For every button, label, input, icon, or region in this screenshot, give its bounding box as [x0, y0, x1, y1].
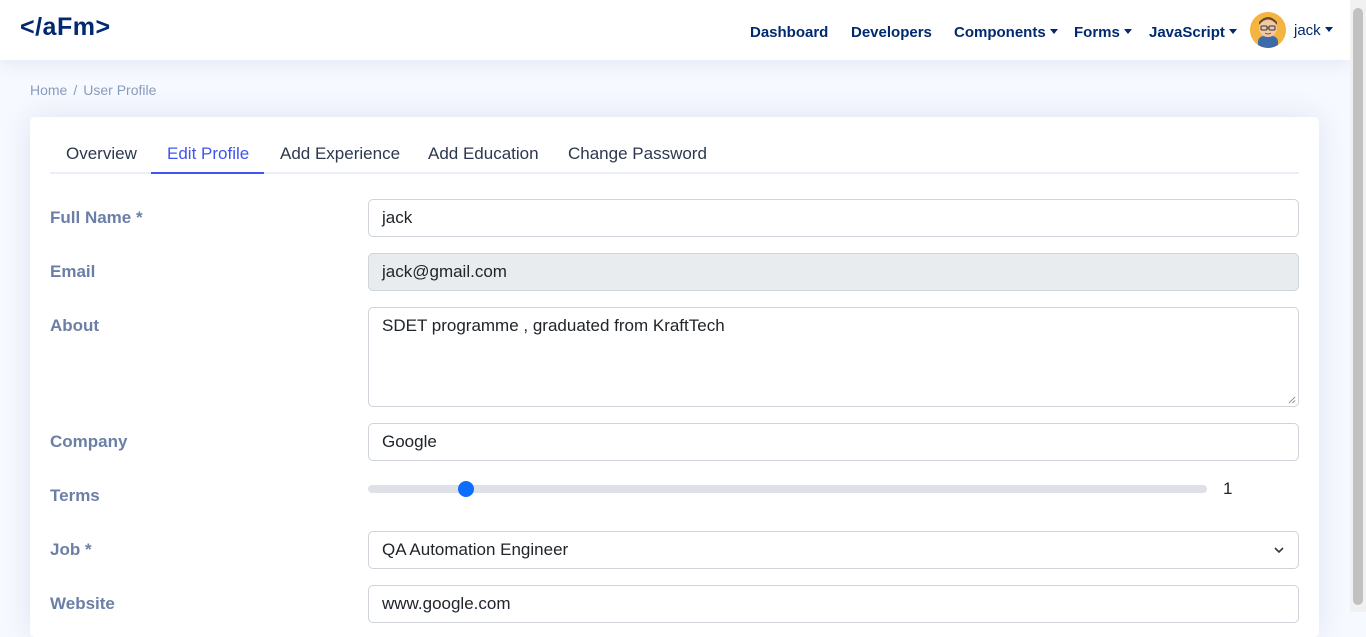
breadcrumb-current: User Profile	[83, 82, 157, 98]
terms-slider-thumb[interactable]	[458, 481, 474, 497]
nav-javascript[interactable]: JavaScript	[1149, 24, 1237, 41]
company-input[interactable]: Google	[368, 423, 1299, 461]
user-name-label: jack	[1294, 22, 1321, 39]
profile-card: Overview Edit Profile Add Experience Add…	[30, 117, 1319, 637]
about-textarea[interactable]: SDET programme , graduated from KraftTec…	[368, 307, 1299, 407]
tab-edit-profile[interactable]: Edit Profile	[151, 135, 264, 174]
full-name-label: Full Name *	[50, 208, 143, 227]
breadcrumb: Home / User Profile	[30, 82, 156, 98]
caret-down-icon	[1324, 27, 1333, 32]
company-label: Company	[50, 432, 128, 451]
terms-value: 1	[1223, 479, 1233, 498]
tab-add-education[interactable]: Add Education	[412, 135, 552, 174]
email-label: Email	[50, 262, 96, 281]
caret-down-icon	[1049, 29, 1058, 34]
profile-tabs: Overview Edit Profile Add Experience Add…	[50, 135, 1299, 174]
website-label: Website	[50, 594, 115, 613]
user-menu-toggle[interactable]: jack	[1294, 22, 1333, 39]
nav-javascript-label: JavaScript	[1149, 24, 1225, 41]
job-select[interactable]: QA Automation Engineer	[368, 531, 1299, 569]
nav-forms-label: Forms	[1074, 24, 1120, 41]
caret-down-icon	[1123, 29, 1132, 34]
top-header: </aFm> Dashboard Developers Components F…	[0, 0, 1350, 60]
terms-slider[interactable]	[368, 481, 1207, 497]
tab-add-experience[interactable]: Add Experience	[264, 135, 412, 174]
page-scrollbar[interactable]	[1350, 0, 1366, 612]
resize-grip-icon[interactable]	[1288, 396, 1296, 404]
nav-components[interactable]: Components	[954, 24, 1058, 41]
nav-dashboard[interactable]: Dashboard	[750, 24, 828, 41]
user-avatar-icon[interactable]	[1250, 12, 1286, 48]
nav-forms[interactable]: Forms	[1074, 24, 1132, 41]
chevron-down-icon	[1274, 547, 1284, 554]
terms-label: Terms	[50, 486, 100, 505]
breadcrumb-home[interactable]: Home	[30, 82, 67, 98]
job-selected-value: QA Automation Engineer	[382, 540, 569, 559]
website-input[interactable]: www.google.com	[368, 585, 1299, 623]
tab-overview[interactable]: Overview	[50, 135, 151, 174]
tab-change-password[interactable]: Change Password	[552, 135, 712, 174]
site-logo[interactable]: </aFm>	[20, 13, 111, 42]
nav-components-label: Components	[954, 24, 1046, 41]
breadcrumb-separator: /	[73, 82, 78, 98]
email-input: jack@gmail.com	[368, 253, 1299, 291]
scrollbar-thumb[interactable]	[1353, 8, 1363, 605]
job-label: Job *	[50, 540, 92, 559]
caret-down-icon	[1228, 29, 1237, 34]
full-name-input[interactable]: jack	[368, 199, 1299, 237]
nav-developers[interactable]: Developers	[851, 24, 932, 41]
about-text: SDET programme , graduated from KraftTec…	[382, 316, 725, 335]
about-label: About	[50, 316, 100, 335]
